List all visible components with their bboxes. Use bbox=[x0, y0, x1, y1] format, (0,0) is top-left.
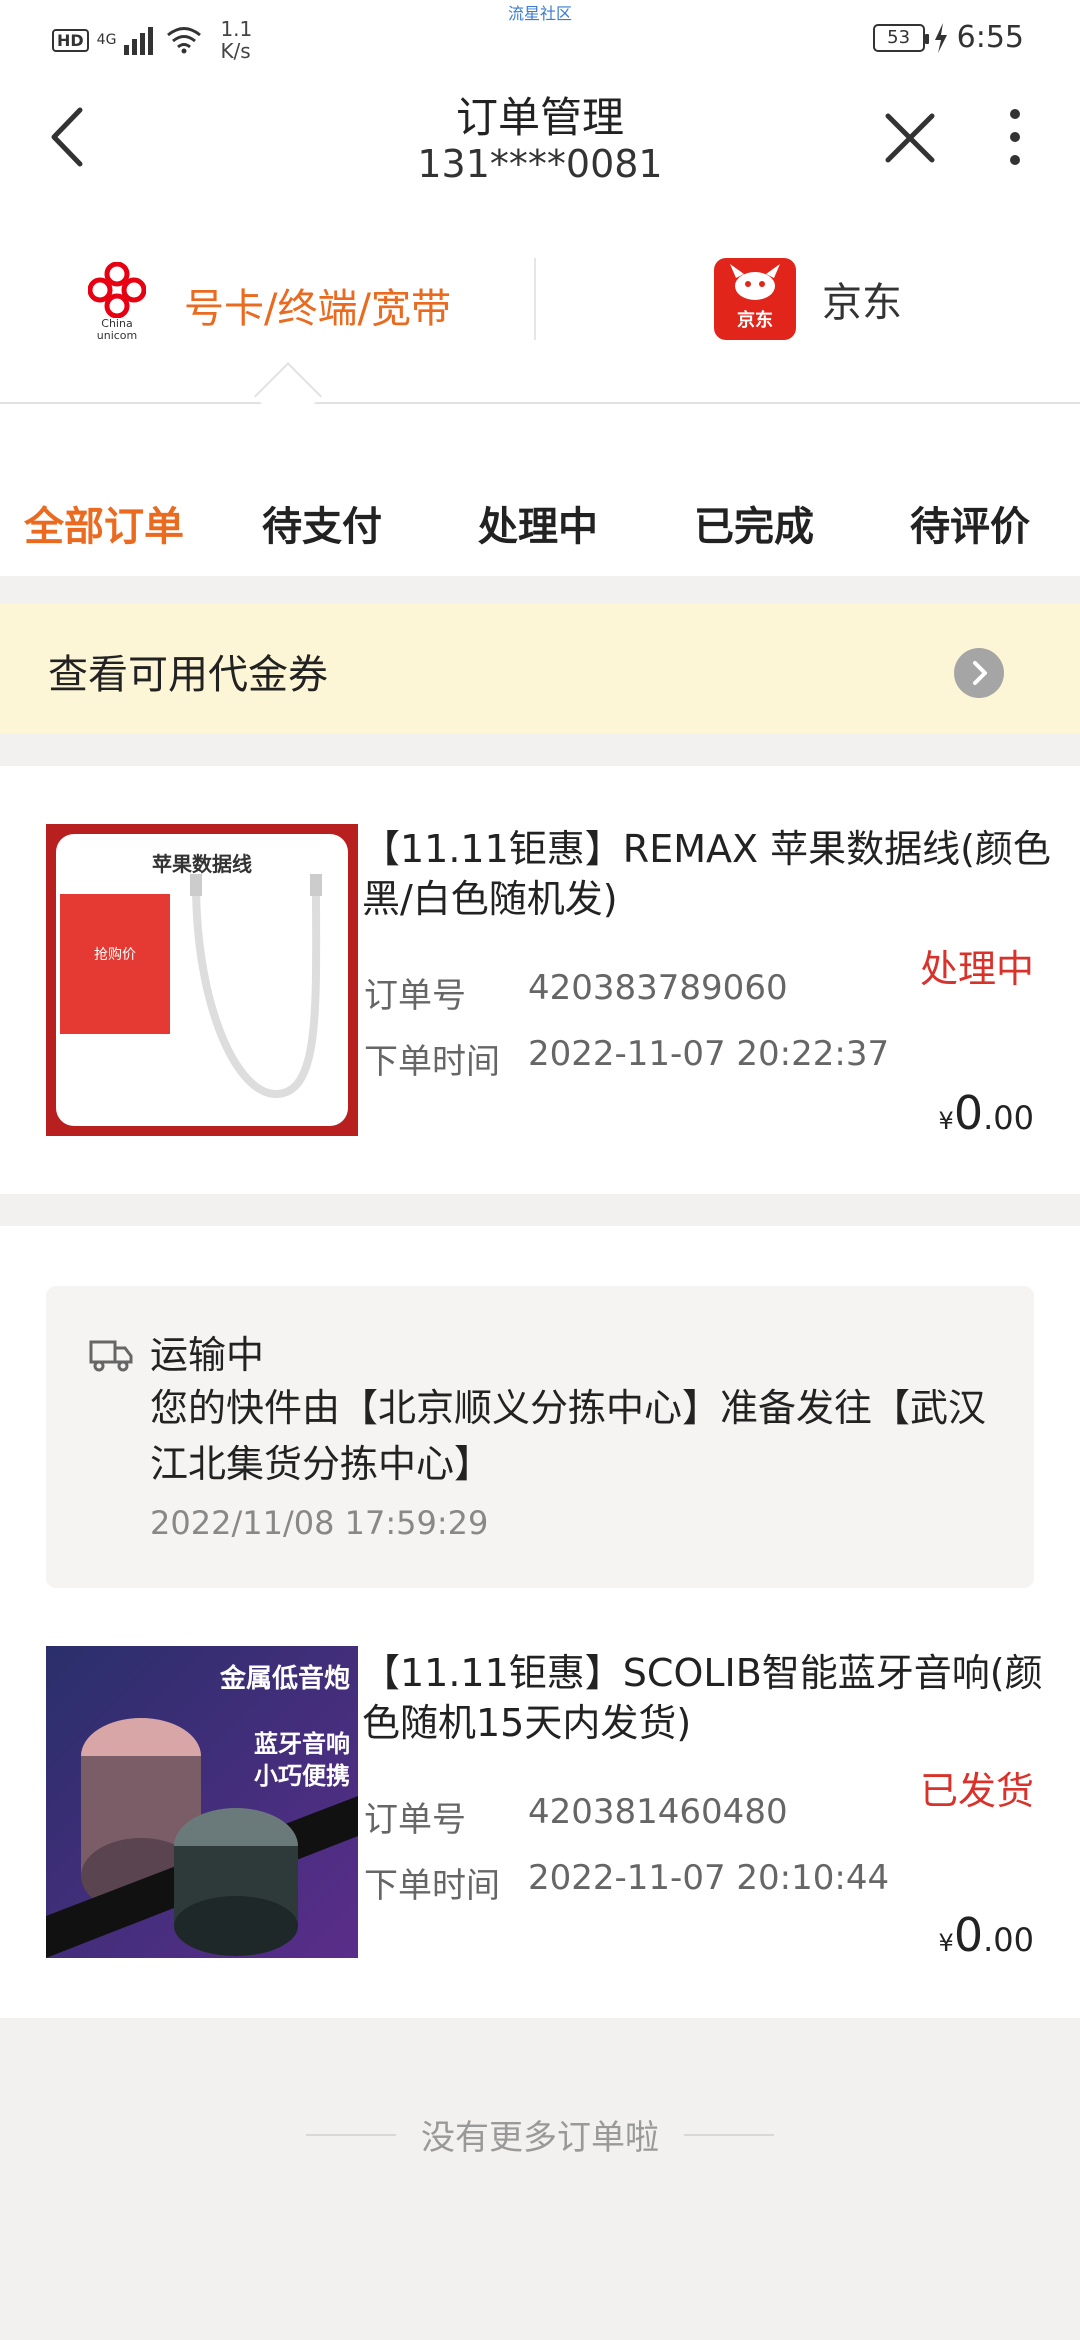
battery-icon: 53 bbox=[872, 23, 929, 52]
thumbnail-caption: 金属低音炮 bbox=[219, 1664, 350, 1694]
network-speed: 1.1 K/s bbox=[220, 18, 252, 62]
order-card[interactable]: 苹果数据线 抢购价 【11.11钜惠】REMAX 苹果数据线(颜色黑/白色随机发… bbox=[0, 766, 1080, 1194]
tracking-message: 您的快件由【北京顺义分拣中心】准备发往【武汉江北集货分拣中心】 bbox=[150, 1386, 987, 1486]
tracking-status: 运输中 bbox=[150, 1333, 265, 1377]
order-time-label: 下单时间 bbox=[364, 1042, 500, 1082]
tab-pending-payment[interactable]: 待支付 bbox=[262, 494, 382, 552]
order-status: 已发货 bbox=[919, 1769, 1034, 1813]
clock: 6:55 bbox=[956, 20, 1024, 55]
price-integer: 0 bbox=[953, 1086, 984, 1140]
status-bar: HD 4G 1.1 K/s 流星社区 53 6:55 bbox=[0, 0, 1080, 72]
order-price: ¥0.00 bbox=[939, 1908, 1034, 1962]
more-vertical-icon bbox=[1010, 109, 1020, 165]
tracking-time: 2022/11/08 17:59:29 bbox=[150, 1504, 489, 1542]
delivery-truck-icon bbox=[89, 1340, 133, 1372]
signal-icon bbox=[124, 27, 154, 55]
unicom-logo-text: China unicom bbox=[96, 317, 138, 342]
close-icon bbox=[885, 113, 935, 163]
price-currency: ¥ bbox=[938, 1929, 954, 1957]
price-integer: 0 bbox=[953, 1908, 984, 1962]
app-header: 订单管理 131****0081 bbox=[0, 72, 1080, 222]
coupon-arrow-button[interactable] bbox=[954, 648, 1004, 698]
order-number-label: 订单号 bbox=[364, 976, 466, 1016]
product-thumbnail: 苹果数据线 抢购价 bbox=[46, 824, 358, 1136]
order-price: ¥0.00 bbox=[939, 1086, 1034, 1140]
hd-indicator: HD bbox=[52, 28, 89, 52]
tab-to-review[interactable]: 待评价 bbox=[910, 494, 1030, 552]
status-right: 53 6:55 bbox=[872, 20, 1024, 55]
thumbnail-caption: 小巧便携 bbox=[254, 1762, 350, 1790]
platform-jd[interactable]: 京东 京东 bbox=[714, 258, 902, 340]
platform-switcher: China unicom 号卡/终端/宽带 京东 京东 bbox=[0, 222, 1080, 430]
unicom-logo: China unicom bbox=[80, 262, 154, 348]
order-number: 420383789060 bbox=[528, 968, 788, 1008]
unicom-knot-icon bbox=[88, 262, 146, 318]
no-more-orders-text: 没有更多订单啦 bbox=[421, 2118, 659, 2158]
status-left: HD 4G 1.1 K/s bbox=[52, 18, 252, 62]
battery-level: 53 bbox=[887, 26, 911, 48]
order-status: 处理中 bbox=[919, 947, 1034, 991]
jd-logo-text: 京东 bbox=[737, 310, 773, 331]
order-time-label: 下单时间 bbox=[364, 1866, 500, 1906]
product-thumbnail: 金属低音炮 蓝牙音响 小巧便携 bbox=[46, 1646, 358, 1958]
tracking-panel[interactable]: 运输中 您的快件由【北京顺义分拣中心】准备发往【武汉江北集货分拣中心】 2022… bbox=[46, 1286, 1034, 1588]
wifi-icon bbox=[167, 27, 202, 54]
order-number: 420381460480 bbox=[528, 1792, 788, 1832]
footer-divider-left bbox=[305, 2133, 396, 2136]
cable-icon bbox=[190, 874, 322, 1099]
price-decimal: .00 bbox=[983, 1921, 1034, 1959]
charging-icon bbox=[934, 22, 947, 53]
tab-processing[interactable]: 处理中 bbox=[478, 494, 598, 552]
list-end-footer: 没有更多订单啦 bbox=[0, 2110, 1080, 2159]
platform-jd-label: 京东 bbox=[822, 280, 902, 326]
jd-logo: 京东 bbox=[714, 258, 796, 340]
coupon-banner[interactable]: 查看可用代金券 bbox=[0, 604, 1080, 734]
chevron-right-icon bbox=[973, 661, 987, 685]
price-currency: ¥ bbox=[938, 1107, 954, 1135]
tab-all-orders[interactable]: 全部订单 bbox=[24, 494, 184, 552]
order-time: 2022-11-07 20:10:44 bbox=[528, 1858, 890, 1898]
order-number-label: 订单号 bbox=[364, 1800, 466, 1840]
order-card[interactable]: 运输中 您的快件由【北京顺义分拣中心】准备发往【武汉江北集货分拣中心】 2022… bbox=[0, 1226, 1080, 2018]
platform-divider bbox=[534, 258, 536, 340]
speed-unit: K/s bbox=[220, 39, 251, 63]
order-tabs: 全部订单 待支付 处理中 已完成 待评价 bbox=[0, 404, 1080, 576]
order-time: 2022-11-07 20:22:37 bbox=[528, 1034, 890, 1074]
price-decimal: .00 bbox=[983, 1099, 1034, 1137]
product-title: 【11.11钜惠】REMAX 苹果数据线(颜色黑/白色随机发) bbox=[362, 827, 1051, 921]
tab-completed[interactable]: 已完成 bbox=[694, 494, 814, 552]
platform-unicom[interactable]: China unicom 号卡/终端/宽带 bbox=[80, 262, 451, 348]
platform-unicom-label: 号卡/终端/宽带 bbox=[184, 286, 451, 332]
thumbnail-caption: 蓝牙音响 bbox=[254, 1730, 350, 1758]
coupon-label: 查看可用代金券 bbox=[48, 652, 328, 698]
close-button[interactable] bbox=[880, 102, 940, 172]
more-button[interactable] bbox=[990, 102, 1040, 172]
network-type: 4G bbox=[96, 32, 117, 48]
footer-divider-right bbox=[684, 2133, 775, 2136]
product-title: 【11.11钜惠】SCOLIB智能蓝牙音响(颜色随机15天内发货) bbox=[362, 1651, 1043, 1745]
